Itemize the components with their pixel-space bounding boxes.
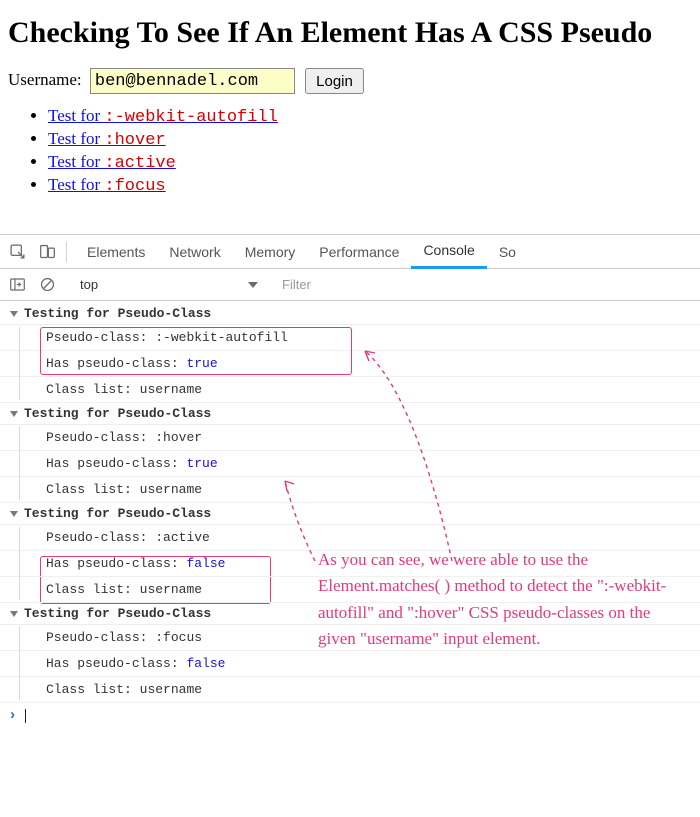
pseudo-class-name: :active (104, 154, 175, 173)
list-item: Test for :hover (48, 129, 692, 150)
console-log-line: Has pseudo-class: true (0, 451, 700, 477)
console-log-line: Pseudo-class: :active (0, 525, 700, 551)
username-label: Username: (8, 70, 82, 89)
console-log-line: Has pseudo-class: false (0, 651, 700, 677)
console-log-line: Has pseudo-class: false (0, 551, 700, 577)
console-log-line: Class list: username (0, 677, 700, 703)
console-group-header[interactable]: Testing for Pseudo-Class (0, 603, 700, 625)
group-rule (19, 527, 20, 600)
console-log-line: Pseudo-class: :hover (0, 425, 700, 451)
group-rule (19, 327, 20, 400)
disclosure-triangle-icon (10, 411, 18, 417)
console-group: Testing for Pseudo-Class Pseudo-class: :… (0, 403, 700, 503)
console-filter-input[interactable] (280, 274, 530, 296)
username-input[interactable] (90, 68, 295, 94)
tab-network[interactable]: Network (157, 235, 232, 269)
console-group-header[interactable]: Testing for Pseudo-Class (0, 403, 700, 425)
console-group-label: Testing for Pseudo-Class (24, 606, 211, 621)
test-link-hover[interactable]: Test for :hover (48, 129, 166, 148)
console-group-header[interactable]: Testing for Pseudo-Class (0, 503, 700, 525)
login-form: Username: Login (8, 68, 692, 94)
test-link-list: Test for :-webkit-autofill Test for :hov… (8, 106, 692, 196)
console-log-line: Has pseudo-class: true (0, 351, 700, 377)
page-title: Checking To See If An Element Has A CSS … (8, 16, 692, 50)
test-link-webkit-autofill[interactable]: Test for :-webkit-autofill (48, 106, 278, 125)
test-link-focus[interactable]: Test for :focus (48, 175, 166, 194)
console-log-line: Pseudo-class: :focus (0, 625, 700, 651)
console-output: Testing for Pseudo-Class Pseudo-class: :… (0, 301, 700, 728)
pseudo-class-name: :-webkit-autofill (104, 108, 277, 127)
console-group-label: Testing for Pseudo-Class (24, 306, 211, 321)
test-link-active[interactable]: Test for :active (48, 152, 176, 171)
test-link-prefix: Test for (48, 175, 104, 194)
console-group: Testing for Pseudo-Class Pseudo-class: :… (0, 503, 700, 603)
tab-performance[interactable]: Performance (307, 235, 411, 269)
console-log-line: Pseudo-class: :-webkit-autofill (0, 325, 700, 351)
list-item: Test for :-webkit-autofill (48, 106, 692, 127)
disclosure-triangle-icon (10, 611, 18, 617)
console-group: Testing for Pseudo-Class Pseudo-class: :… (0, 303, 700, 403)
console-group-label: Testing for Pseudo-Class (24, 506, 211, 521)
devtools-panel: Elements Network Memory Performance Cons… (0, 234, 700, 728)
group-rule (19, 627, 20, 700)
console-sidebar-toggle-icon[interactable] (6, 274, 28, 296)
console-toolbar: top (0, 269, 700, 301)
chevron-right-icon: › (8, 707, 17, 724)
console-log-line: Class list: username (0, 577, 700, 603)
console-log-line: Class list: username (0, 377, 700, 403)
clear-console-icon[interactable] (36, 274, 58, 296)
text-cursor (25, 709, 26, 723)
device-toggle-icon[interactable] (36, 241, 58, 263)
login-button[interactable]: Login (305, 68, 364, 94)
console-log-line: Class list: username (0, 477, 700, 503)
tab-console[interactable]: Console (411, 235, 486, 269)
context-select[interactable]: top (74, 274, 264, 296)
pseudo-class-name: :hover (104, 131, 165, 150)
test-link-prefix: Test for (48, 106, 104, 125)
test-link-prefix: Test for (48, 129, 104, 148)
list-item: Test for :active (48, 152, 692, 173)
context-value: top (80, 277, 98, 292)
pseudo-class-name: :focus (104, 177, 165, 196)
console-group-label: Testing for Pseudo-Class (24, 406, 211, 421)
list-item: Test for :focus (48, 175, 692, 196)
chevron-down-icon (248, 282, 258, 288)
console-group-header[interactable]: Testing for Pseudo-Class (0, 303, 700, 325)
group-rule (19, 427, 20, 500)
console-group: Testing for Pseudo-Class Pseudo-class: :… (0, 603, 700, 703)
console-prompt[interactable]: › (0, 703, 700, 728)
disclosure-triangle-icon (10, 311, 18, 317)
tab-elements[interactable]: Elements (75, 235, 157, 269)
inspect-icon[interactable] (6, 241, 28, 263)
devtools-tab-bar: Elements Network Memory Performance Cons… (0, 235, 700, 269)
disclosure-triangle-icon (10, 511, 18, 517)
tab-sources-truncated[interactable]: So (487, 235, 528, 269)
divider (66, 242, 67, 262)
test-link-prefix: Test for (48, 152, 104, 171)
tab-memory[interactable]: Memory (233, 235, 308, 269)
